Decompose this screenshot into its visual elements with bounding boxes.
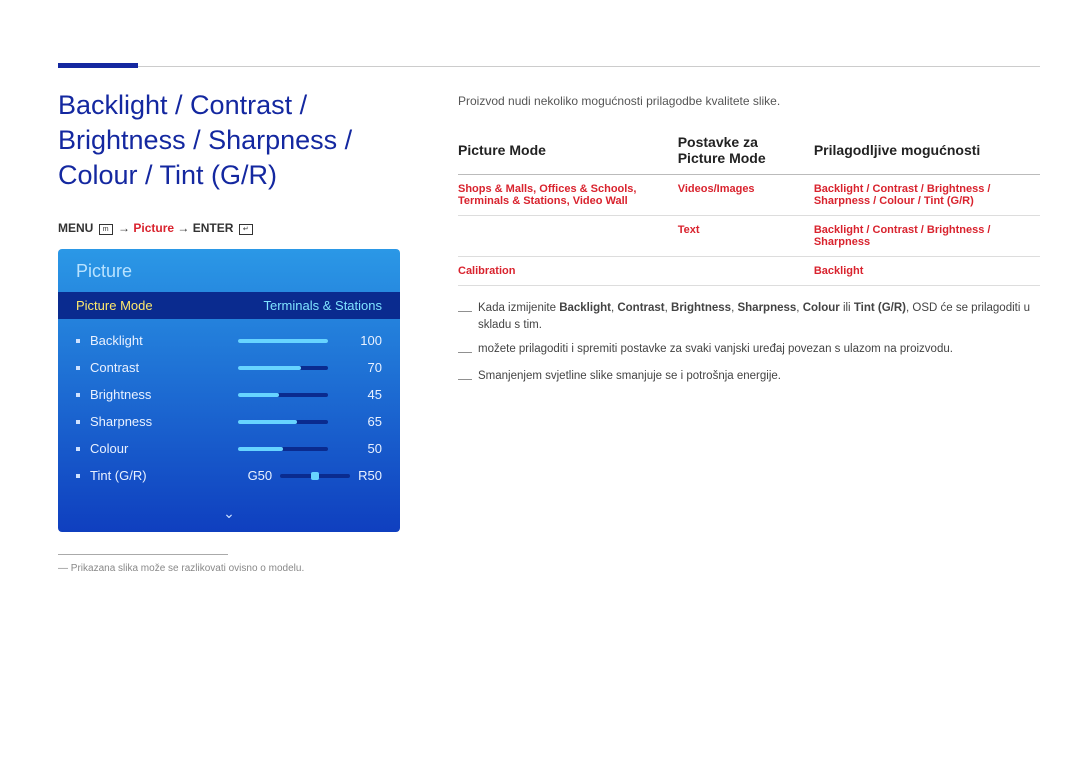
page-wrapper: Backlight / Contrast / Brightness / Shar… — [0, 0, 1080, 574]
osd-tint-row[interactable]: Tint (G/R)G50 R50 — [76, 462, 382, 489]
slider-track[interactable] — [238, 420, 328, 424]
dash-icon: ― — [458, 300, 478, 335]
enter-icon: ↵ — [239, 224, 253, 235]
slider-value: 45 — [342, 387, 382, 402]
table-body: Shops & Malls, Offices & Schools, Termin… — [458, 175, 1040, 286]
cell-setting — [678, 257, 814, 286]
slider-label: Brightness — [90, 387, 238, 402]
osd-slider-sharpness[interactable]: Sharpness 65 — [76, 408, 382, 435]
cell-setting: Text — [678, 216, 814, 257]
slider-track[interactable] — [238, 339, 328, 343]
note-text: možete prilagoditi i spremiti postavke z… — [478, 341, 953, 362]
breadcrumb-picture: Picture — [133, 221, 174, 235]
footnote-text: Prikazana slika može se razlikovati ovis… — [71, 563, 304, 574]
cell-picture-mode — [458, 216, 678, 257]
cell-setting: Videos/Images — [678, 175, 814, 216]
bullet-icon — [76, 474, 80, 478]
tint-label: Tint (G/R) — [90, 468, 248, 483]
th-adjustable: Prilagodljive mogućnosti — [814, 126, 1040, 175]
dash-icon: ― — [458, 341, 478, 362]
tint-slider[interactable] — [280, 474, 350, 478]
footnote-rule — [58, 554, 228, 555]
osd-slider-brightness[interactable]: Brightness 45 — [76, 381, 382, 408]
slider-value: 100 — [342, 333, 382, 348]
options-table: Picture Mode Postavke za Picture Mode Pr… — [458, 126, 1040, 286]
osd-slider-backlight[interactable]: Backlight 100 — [76, 327, 382, 354]
note-text: Smanjenjem svjetline slike smanjuje se i… — [478, 368, 781, 389]
arrow-icon: → — [177, 221, 189, 235]
main-heading: Backlight / Contrast / Brightness / Shar… — [58, 88, 408, 193]
cell-picture-mode: Shops & Malls, Offices & Schools, Termin… — [458, 175, 678, 216]
osd-picture-mode-value: Terminals & Stations — [264, 298, 383, 313]
tint-r-value: R50 — [358, 468, 382, 483]
description: Proizvod nudi nekoliko mogućnosti prilag… — [458, 94, 1040, 108]
bullet-icon — [76, 393, 80, 397]
header-accent — [58, 63, 138, 68]
slider-label: Contrast — [90, 360, 238, 375]
note-item: ―Smanjenjem svjetline slike smanjuje se … — [458, 368, 1040, 389]
right-column: Proizvod nudi nekoliko mogućnosti prilag… — [458, 88, 1040, 574]
footnote: ― Prikazana slika može se razlikovati ov… — [58, 563, 408, 574]
breadcrumb-menu: MENU — [58, 221, 93, 235]
osd-slider-colour[interactable]: Colour 50 — [76, 435, 382, 462]
note-item: ―možete prilagoditi i spremiti postavke … — [458, 341, 1040, 362]
menu-icon: m — [99, 224, 113, 235]
chevron-down-icon[interactable]: ⌄ — [58, 501, 400, 532]
header-divider — [58, 66, 1040, 67]
bullet-icon — [76, 366, 80, 370]
slider-track[interactable] — [238, 393, 328, 397]
arrow-icon: → — [118, 221, 130, 235]
cell-adjustable: Backlight / Contrast / Brightness / Shar… — [814, 216, 1040, 257]
slider-label: Colour — [90, 441, 238, 456]
slider-track[interactable] — [238, 447, 328, 451]
table-row: TextBacklight / Contrast / Brightness / … — [458, 216, 1040, 257]
left-column: Backlight / Contrast / Brightness / Shar… — [58, 88, 408, 574]
table-row: Calibration Backlight — [458, 257, 1040, 286]
osd-picture-mode-label: Picture Mode — [76, 298, 153, 313]
table-row: Shops & Malls, Offices & Schools, Termin… — [458, 175, 1040, 216]
tint-g-value: G50 — [248, 468, 273, 483]
th-settings: Postavke za Picture Mode — [678, 126, 814, 175]
slider-value: 50 — [342, 441, 382, 456]
dash-icon: ― — [458, 368, 478, 389]
breadcrumb-enter: ENTER — [193, 221, 234, 235]
slider-label: Backlight — [90, 333, 238, 348]
osd-panel: Picture Picture Mode Terminals & Station… — [58, 249, 400, 532]
breadcrumb: MENU m → Picture → ENTER ↵ — [58, 221, 408, 235]
slider-track[interactable] — [238, 366, 328, 370]
cell-adjustable: Backlight — [814, 257, 1040, 286]
note-item: ―Kada izmijenite Backlight, Contrast, Br… — [458, 300, 1040, 335]
osd-list: Backlight 100 Contrast 70 Brightness 45 Sharpn… — [58, 319, 400, 501]
th-picture-mode: Picture Mode — [458, 126, 678, 175]
bullet-icon — [76, 420, 80, 424]
slider-label: Sharpness — [90, 414, 238, 429]
cell-picture-mode: Calibration — [458, 257, 678, 286]
slider-value: 70 — [342, 360, 382, 375]
osd-selected-row[interactable]: Picture Mode Terminals & Stations — [58, 292, 400, 319]
notes: ―Kada izmijenite Backlight, Contrast, Br… — [458, 300, 1040, 389]
osd-slider-contrast[interactable]: Contrast 70 — [76, 354, 382, 381]
note-text: Kada izmijenite Backlight, Contrast, Bri… — [478, 300, 1040, 335]
osd-title: Picture — [58, 249, 400, 292]
slider-value: 65 — [342, 414, 382, 429]
cell-adjustable: Backlight / Contrast / Brightness / Shar… — [814, 175, 1040, 216]
bullet-icon — [76, 339, 80, 343]
bullet-icon — [76, 447, 80, 451]
